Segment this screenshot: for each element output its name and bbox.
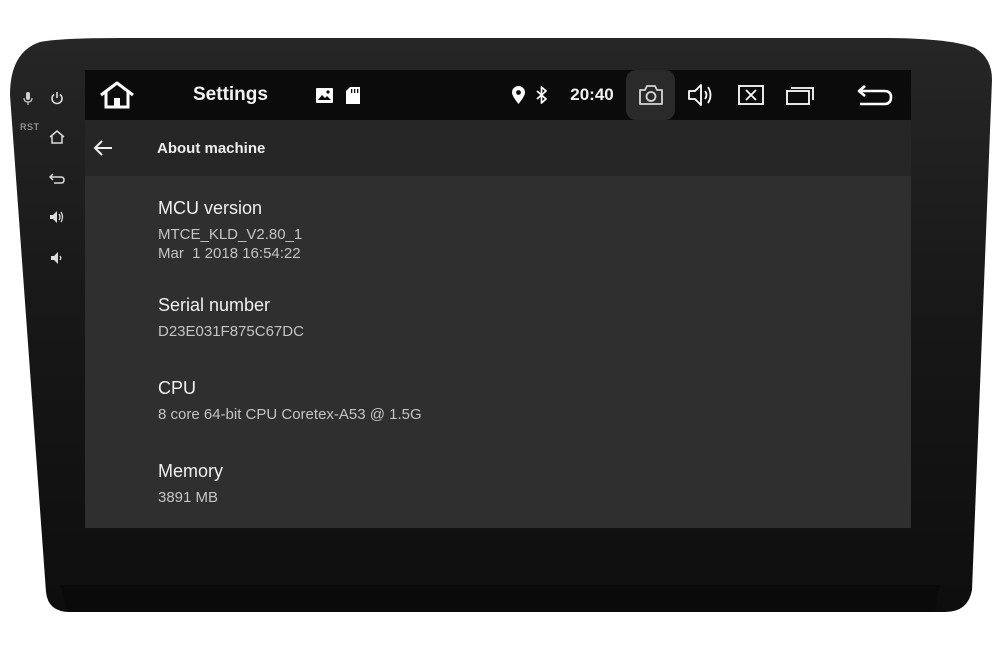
screen-title: Settings <box>193 84 268 105</box>
serial-number-value: D23E031F875C67DC <box>158 323 304 340</box>
power-icon <box>51 92 63 105</box>
return-button[interactable] <box>853 70 897 120</box>
camera-icon <box>638 85 663 105</box>
display-screen: Settings 20:40 About machine MCU version… <box>85 70 911 528</box>
cpu-item: CPU 8 core 64-bit CPU Coretex-A53 @ 1.5G <box>158 378 422 424</box>
memory-value: 3891 MB <box>158 489 219 506</box>
close-window-icon <box>738 85 764 105</box>
back-icon <box>49 173 65 184</box>
return-icon <box>857 85 893 106</box>
mcu-version-title: MCU version <box>158 198 263 218</box>
memory-title: Memory <box>158 461 224 481</box>
back-button[interactable] <box>89 134 117 162</box>
volume-button[interactable] <box>683 70 719 120</box>
screenshot-button[interactable] <box>626 70 675 120</box>
bluetooth-icon <box>536 86 547 104</box>
serial-number-item: Serial number D23E031F875C67DC <box>158 295 304 341</box>
volume-down-button[interactable] <box>47 249 67 267</box>
volume-up-icon <box>50 211 64 223</box>
volume-up-button[interactable] <box>47 208 67 226</box>
image-notification <box>313 70 335 120</box>
mcu-version-value: MTCE_KLD_V2.80_1 <box>158 226 303 243</box>
volume-down-icon <box>51 252 62 264</box>
back-side-button[interactable] <box>47 169 67 187</box>
page-title: About machine <box>157 139 266 157</box>
serial-number-title: Serial number <box>158 295 271 315</box>
volume-icon <box>688 84 712 106</box>
car-head-unit: RST Settings 20:40 About machine MCU ver… <box>0 0 1000 649</box>
image-icon <box>315 87 333 103</box>
about-info-list: MCU version MTCE_KLD_V2.80_1 Mar 1 2018 … <box>85 176 911 528</box>
home-icon <box>100 81 134 109</box>
recent-apps-button[interactable] <box>783 70 819 120</box>
microphone-icon <box>23 92 33 105</box>
app-bar: About machine <box>85 120 911 176</box>
arrow-left-icon <box>93 140 112 156</box>
location-status <box>508 70 528 120</box>
side-button-panel: RST <box>14 82 70 282</box>
status-bar: Settings 20:40 <box>85 70 911 120</box>
home-button[interactable] <box>93 70 141 120</box>
mcu-build-date: Mar 1 2018 16:54:22 <box>158 245 301 262</box>
microphone-button[interactable] <box>20 90 36 108</box>
power-button[interactable] <box>48 89 66 107</box>
sd-card-notification <box>343 70 363 120</box>
recent-apps-icon <box>786 87 814 105</box>
home-icon <box>49 130 65 144</box>
cpu-value: 8 core 64-bit CPU Coretex-A53 @ 1.5G <box>158 406 422 423</box>
memory-item: Memory 3891 MB <box>158 461 223 507</box>
close-app-button[interactable] <box>733 70 769 120</box>
mcu-version-item: MCU version MTCE_KLD_V2.80_1 Mar 1 2018 … <box>158 198 302 263</box>
home-side-button[interactable] <box>47 128 67 146</box>
location-pin-icon <box>511 86 525 104</box>
cpu-title: CPU <box>158 378 197 398</box>
bluetooth-status <box>532 70 552 120</box>
reset-label: RST <box>20 122 40 132</box>
sd-card-icon <box>346 86 360 104</box>
clock: 20:40 <box>570 85 614 104</box>
